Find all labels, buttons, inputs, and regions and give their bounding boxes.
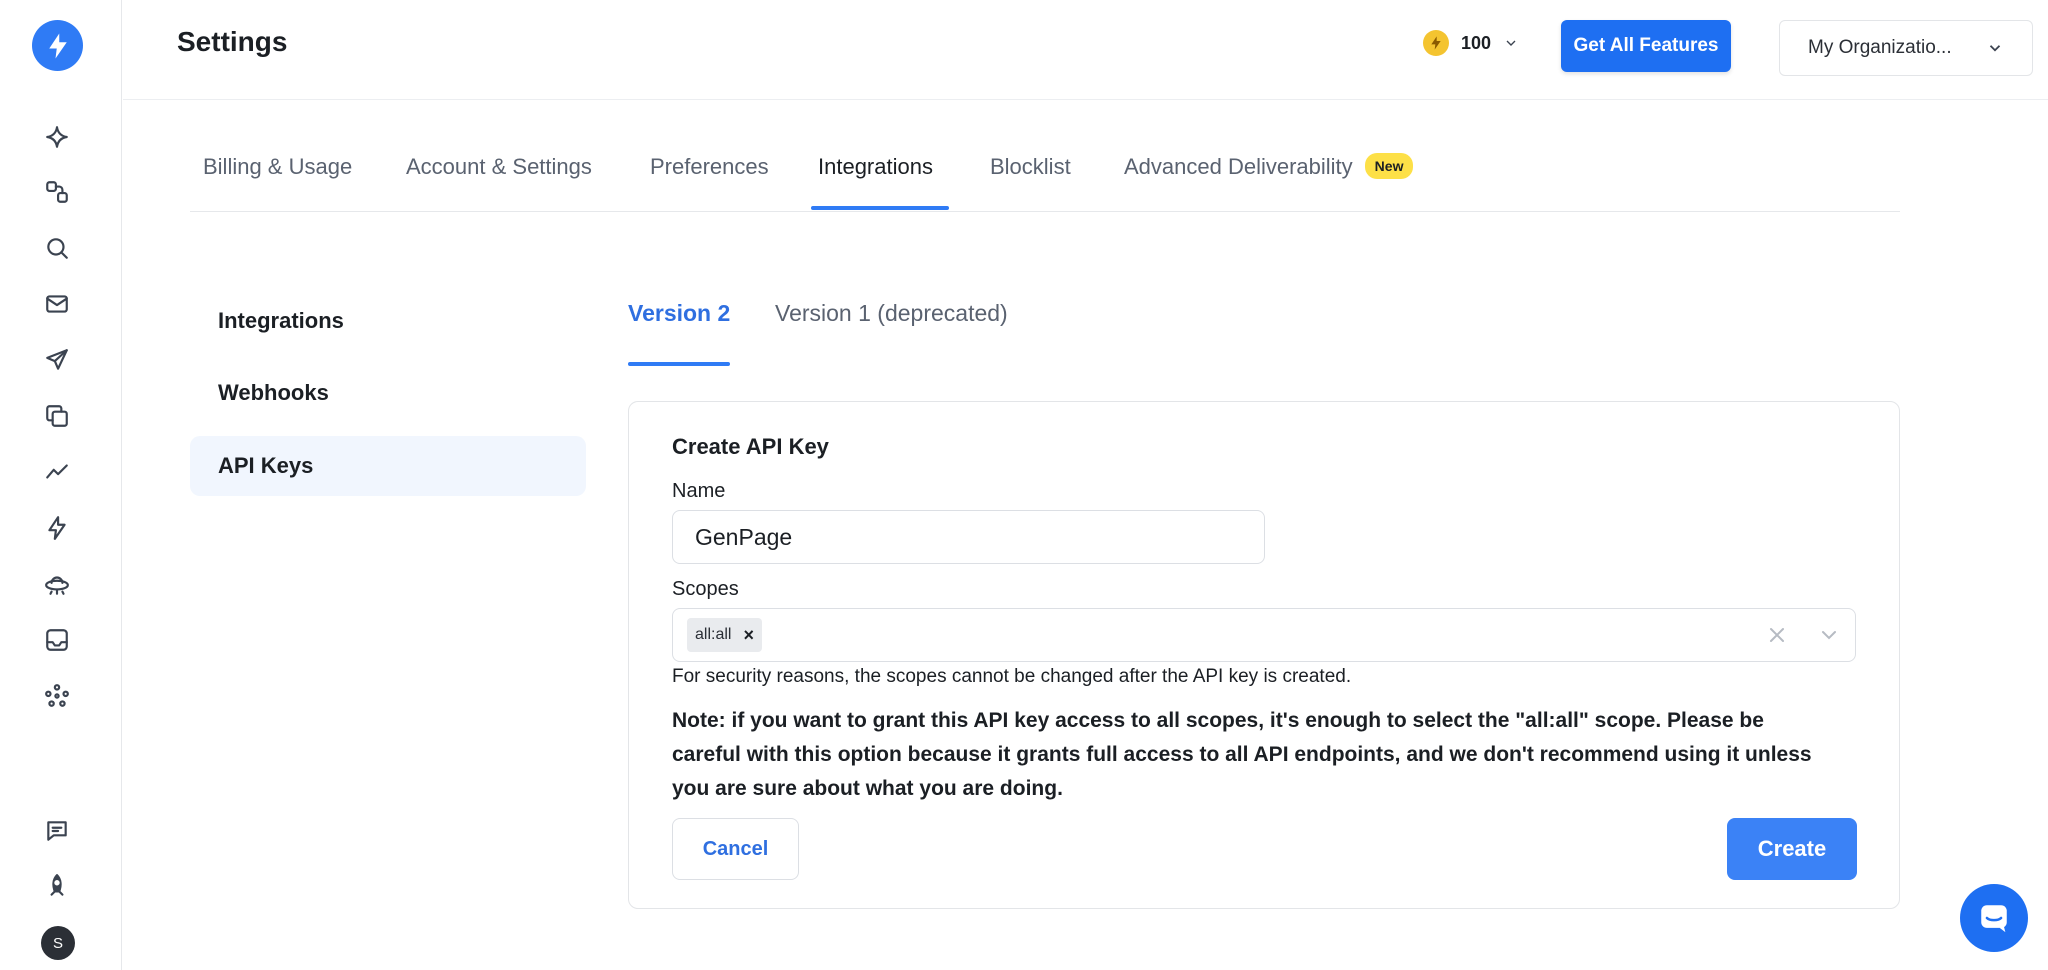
app-root: S Settings 100 Get All Features My Organ…	[0, 0, 2048, 970]
chevron-down-icon[interactable]	[1817, 623, 1841, 647]
inbox-icon[interactable]	[41, 624, 73, 656]
credits-dropdown[interactable]: 100	[1423, 30, 1519, 56]
brand-logo[interactable]	[32, 20, 83, 71]
scopes-helper-text: For security reasons, the scopes cannot …	[672, 666, 1352, 687]
create-button[interactable]: Create	[1727, 818, 1857, 880]
flow-icon[interactable]	[41, 176, 73, 208]
tab-account-settings[interactable]: Account & Settings	[406, 154, 592, 180]
version-tab-indicator	[628, 362, 730, 366]
chat-launcher-button[interactable]	[1960, 884, 2028, 952]
tab-blocklist[interactable]: Blocklist	[990, 154, 1071, 180]
remove-scope-icon[interactable]: ×	[743, 626, 754, 644]
tab-advanced-deliverability-label: Advanced Deliverability	[1124, 154, 1353, 179]
scopes-select[interactable]: all:all ×	[672, 608, 1856, 662]
sidenav-item-api-keys[interactable]: API Keys	[190, 436, 586, 496]
get-all-features-button[interactable]: Get All Features	[1561, 20, 1731, 72]
scope-chip-label: all:all	[695, 626, 732, 643]
tab-version-1[interactable]: Version 1 (deprecated)	[775, 300, 1008, 327]
chat-feedback-icon[interactable]	[41, 815, 73, 847]
send-icon[interactable]	[41, 344, 73, 376]
active-tab-indicator	[811, 206, 949, 210]
sidenav-item-integrations[interactable]: Integrations	[190, 291, 586, 351]
sidenav-item-webhooks[interactable]: Webhooks	[190, 363, 586, 423]
chevron-down-icon	[1989, 45, 2001, 52]
user-avatar[interactable]: S	[41, 926, 75, 960]
avatar-initial: S	[52, 934, 63, 952]
lightning-logo-icon	[48, 33, 67, 58]
name-label: Name	[672, 480, 726, 502]
tab-advanced-deliverability[interactable]: Advanced Deliverability New	[1124, 153, 1414, 181]
mail-icon[interactable]	[41, 288, 73, 320]
scopes-note: Note: if you want to grant this API key …	[672, 709, 1812, 800]
left-rail: S	[0, 0, 122, 970]
chevron-down-icon	[1506, 40, 1516, 46]
new-badge: New	[1364, 153, 1414, 180]
rocket-icon[interactable]	[41, 870, 73, 902]
create-api-key-card: Create API Key Name Scopes all:all × For…	[628, 401, 1900, 909]
clear-icon[interactable]	[1765, 623, 1789, 647]
credits-value: 100	[1461, 32, 1492, 53]
tab-preferences[interactable]: Preferences	[650, 154, 769, 180]
cancel-button[interactable]: Cancel	[672, 818, 799, 880]
copy-icon[interactable]	[41, 400, 73, 432]
bolt-icon[interactable]	[41, 512, 73, 544]
sparkle-icon[interactable]	[41, 121, 73, 153]
coin-icon	[1423, 30, 1449, 56]
tab-integrations[interactable]: Integrations	[818, 154, 933, 180]
scope-chip: all:all ×	[687, 618, 762, 652]
organization-label: My Organizatio...	[1808, 37, 1952, 58]
organization-select[interactable]: My Organizatio...	[1779, 20, 2033, 76]
search-icon[interactable]	[41, 232, 73, 264]
ufo-icon[interactable]	[41, 568, 73, 600]
analytics-icon[interactable]	[41, 456, 73, 488]
card-title: Create API Key	[672, 434, 829, 459]
name-input[interactable]	[672, 510, 1265, 564]
settings-tabs: Billing & Usage Account & Settings Prefe…	[190, 130, 1900, 212]
top-header: Settings 100 Get All Features My Organiz…	[123, 0, 2048, 100]
tab-version-2[interactable]: Version 2	[628, 300, 730, 327]
network-icon[interactable]	[41, 680, 73, 712]
chat-icon	[1981, 905, 2007, 933]
tab-billing-usage[interactable]: Billing & Usage	[203, 154, 352, 180]
page-title: Settings	[177, 26, 288, 57]
scopes-label: Scopes	[672, 578, 739, 600]
